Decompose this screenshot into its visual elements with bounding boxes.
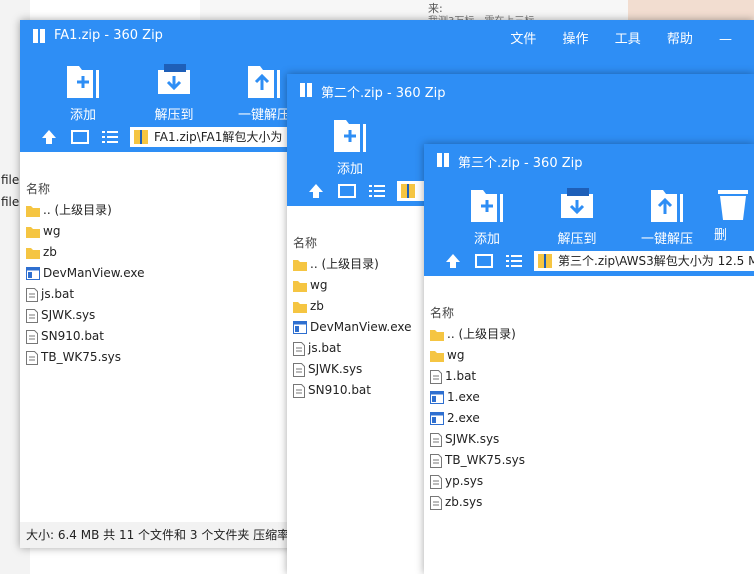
thumbnail-view-icon[interactable] bbox=[337, 182, 357, 200]
add-button[interactable]: 添加 bbox=[314, 114, 386, 177]
list-item[interactable]: 2.exe bbox=[424, 408, 754, 429]
thumbnail-view-icon[interactable] bbox=[474, 252, 494, 270]
background-app-top: 来: 我测3万标，需在上三标 bbox=[200, 0, 640, 27]
exe-icon bbox=[26, 267, 40, 280]
title-bar[interactable]: FA1.zip - 360 Zip 文件 操作 工具 帮助 — bbox=[20, 20, 754, 52]
list-item[interactable]: 1.exe bbox=[424, 387, 754, 408]
add-icon bbox=[471, 188, 503, 222]
menu-file[interactable]: 文件 bbox=[510, 32, 536, 47]
thumbnail-view-icon[interactable] bbox=[70, 128, 90, 146]
file-icon bbox=[293, 383, 305, 398]
background-text-2: file bbox=[1, 195, 20, 209]
window-title: 第三个.zip - 360 Zip bbox=[458, 156, 583, 171]
add-icon bbox=[334, 118, 366, 152]
folder-icon bbox=[26, 205, 40, 217]
one-click-extract-label: 一键解压 bbox=[237, 108, 290, 123]
title-bar[interactable]: 第三个.zip - 360 Zip bbox=[424, 144, 754, 176]
file-icon bbox=[293, 362, 305, 377]
folder-icon bbox=[26, 226, 40, 238]
extract-to-button[interactable]: 解压到 bbox=[138, 60, 210, 123]
window-title: FA1.zip - 360 Zip bbox=[54, 28, 163, 43]
file-icon bbox=[430, 495, 442, 510]
one-click-extract-label: 一键解压 bbox=[640, 232, 693, 247]
list-item[interactable]: zb.sys bbox=[424, 492, 754, 513]
address-row: 第三个.zip\AWS3解包大小为 12.5 M bbox=[424, 248, 754, 276]
minimize-button[interactable]: — bbox=[719, 32, 732, 47]
folder-icon bbox=[26, 247, 40, 259]
extract-to-label: 解压到 bbox=[557, 232, 597, 247]
column-header-name[interactable]: 名称 bbox=[424, 303, 754, 324]
file-icon bbox=[26, 350, 38, 365]
extract-to-label: 解压到 bbox=[154, 108, 194, 123]
address-bar[interactable]: 第三个.zip\AWS3解包大小为 12.5 M bbox=[534, 251, 754, 271]
file-icon bbox=[430, 369, 442, 384]
list-item[interactable]: 1.bat bbox=[424, 366, 754, 387]
list-view-icon[interactable] bbox=[504, 252, 524, 270]
list-item[interactable]: SJWK.sys bbox=[424, 429, 754, 450]
file-icon bbox=[26, 329, 38, 344]
background-app-right bbox=[628, 0, 754, 22]
window-title: 第二个.zip - 360 Zip bbox=[321, 86, 446, 101]
file-icon bbox=[26, 287, 38, 302]
folder-icon bbox=[430, 329, 444, 341]
toolbar: 添加 解压到 一键解压 删 bbox=[424, 176, 754, 248]
add-label: 添加 bbox=[473, 232, 500, 247]
zip-file-icon bbox=[538, 254, 552, 268]
delete-button[interactable]: 删 bbox=[714, 184, 754, 243]
list-view-icon[interactable] bbox=[100, 128, 120, 146]
zip-app-icon bbox=[436, 152, 450, 171]
menu-help[interactable]: 帮助 bbox=[667, 32, 693, 47]
menu-bar: 文件 操作 工具 帮助 — bbox=[510, 28, 754, 47]
exe-icon bbox=[430, 391, 444, 404]
window-third[interactable]: 第三个.zip - 360 Zip 添加 解压到 一键解压 删 第三个.zip\… bbox=[424, 144, 754, 574]
one-click-extract-button[interactable]: 一键解压 bbox=[631, 184, 703, 247]
add-label: 添加 bbox=[69, 108, 96, 123]
folder-icon bbox=[430, 350, 444, 362]
file-icon bbox=[430, 453, 442, 468]
add-icon bbox=[67, 64, 99, 98]
one-click-extract-icon bbox=[651, 188, 683, 222]
file-list: 名称 .. (上级目录) wg 1.bat 1.exe 2.exe SJWK.s… bbox=[424, 303, 754, 513]
folder-icon bbox=[293, 259, 307, 271]
up-arrow-icon[interactable] bbox=[307, 182, 325, 200]
list-view-icon[interactable] bbox=[367, 182, 387, 200]
address-text: FA1.zip\FA1解包大小为 bbox=[154, 130, 283, 144]
extract-to-icon bbox=[158, 64, 190, 94]
title-bar[interactable]: 第二个.zip - 360 Zip bbox=[287, 74, 754, 106]
file-icon bbox=[293, 341, 305, 356]
file-icon bbox=[430, 474, 442, 489]
address-text: 第三个.zip\AWS3解包大小为 12.5 M bbox=[558, 254, 754, 268]
exe-icon bbox=[293, 321, 307, 334]
folder-icon bbox=[293, 280, 307, 292]
zip-file-icon bbox=[134, 130, 148, 144]
menu-action[interactable]: 操作 bbox=[563, 32, 589, 47]
zip-app-icon bbox=[32, 28, 46, 47]
list-item[interactable]: TB_WK75.sys bbox=[424, 450, 754, 471]
zip-file-icon bbox=[401, 184, 415, 198]
menu-tools[interactable]: 工具 bbox=[615, 32, 641, 47]
file-icon bbox=[26, 308, 38, 323]
file-icon bbox=[430, 432, 442, 447]
folder-icon bbox=[293, 301, 307, 313]
add-button[interactable]: 添加 bbox=[451, 184, 523, 247]
extract-to-button[interactable]: 解压到 bbox=[541, 184, 613, 247]
background-text-1: file bbox=[1, 173, 20, 187]
list-item[interactable]: yp.sys bbox=[424, 471, 754, 492]
list-item[interactable]: wg bbox=[424, 345, 754, 366]
one-click-extract-icon bbox=[248, 64, 280, 98]
add-button[interactable]: 添加 bbox=[47, 60, 119, 123]
extract-to-icon bbox=[561, 188, 593, 218]
add-label: 添加 bbox=[336, 162, 363, 177]
delete-icon bbox=[718, 190, 748, 220]
up-arrow-icon[interactable] bbox=[40, 128, 58, 146]
up-arrow-icon[interactable] bbox=[444, 252, 462, 270]
exe-icon bbox=[430, 412, 444, 425]
list-item[interactable]: .. (上级目录) bbox=[424, 324, 754, 345]
delete-label: 删 bbox=[714, 228, 728, 243]
zip-app-icon bbox=[299, 82, 313, 101]
